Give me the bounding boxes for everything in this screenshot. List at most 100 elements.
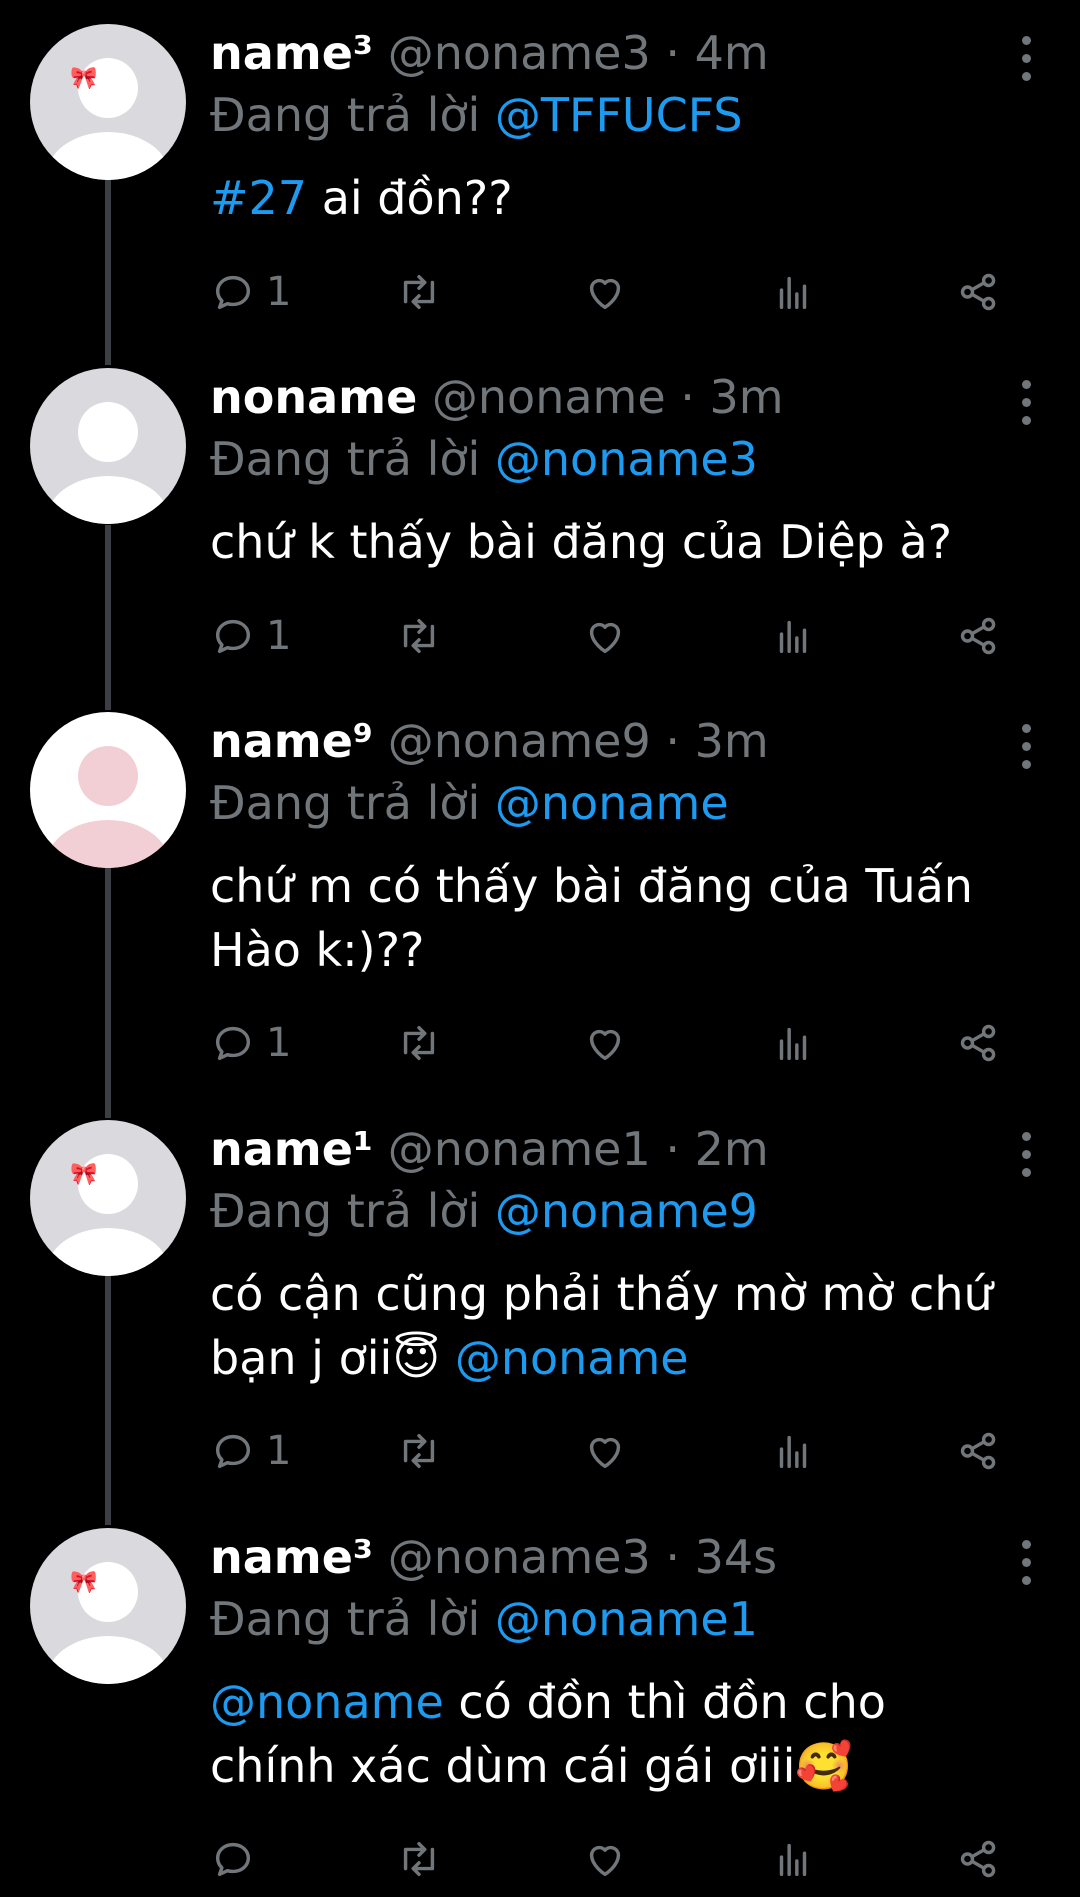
hashtag-link[interactable]: #27 (210, 171, 307, 225)
tweet-text-line: @noname có đồn thì đồn cho (210, 1670, 1050, 1734)
reply-icon (215, 619, 251, 654)
tweet-actions (210, 1834, 1050, 1884)
like-button[interactable] (582, 1018, 628, 1068)
tweet-actions: 1 (210, 1018, 1050, 1068)
share-icon (960, 617, 996, 655)
reply-icon (215, 275, 251, 310)
replying-to: Đang trả lời @noname1 (210, 1592, 758, 1646)
retweet-icon (403, 1433, 435, 1469)
tweet-text-line: có cận cũng phải thấy mờ mờ chứ (210, 1267, 993, 1321)
share-button[interactable] (956, 267, 1002, 317)
tweet-header: name³ @noname3 · 34s (210, 1530, 1020, 1584)
replying-to-label: Đang trả lời (210, 88, 481, 142)
views-button[interactable] (770, 1426, 816, 1476)
views-button[interactable] (770, 1834, 816, 1884)
tweet-text-line-body: có đồn thì đồn cho (443, 1675, 886, 1729)
more-icon[interactable] (1020, 1540, 1032, 1586)
replying-to-label: Đang trả lời (210, 776, 481, 830)
retweet-button[interactable] (396, 267, 442, 317)
handle-time: @noname · 3m (431, 370, 784, 424)
tweet-actions: 1 (210, 611, 1050, 661)
avatar[interactable]: 🎀 (30, 1120, 186, 1276)
reply-button[interactable]: 1 (210, 611, 291, 661)
share-button[interactable] (956, 1834, 1002, 1884)
reply-button[interactable]: 1 (210, 1018, 291, 1068)
retweet-button[interactable] (396, 1426, 442, 1476)
avatar[interactable]: 🎀 (30, 24, 186, 180)
reply-button[interactable] (210, 1834, 266, 1884)
tweet-text-line: chính xác dùm cái gái ơiii🥰 (210, 1739, 853, 1793)
avatar[interactable] (30, 368, 186, 524)
reply-to-mention[interactable]: @noname (495, 776, 729, 830)
avatar[interactable] (30, 712, 186, 868)
like-icon (589, 1029, 621, 1061)
tweet[interactable]: 🎀 name³ @noname3 · 34s Đang trả lời @non… (0, 1528, 1080, 1897)
views-button[interactable] (770, 611, 816, 661)
reply-to-mention[interactable]: @TFFUCFS (495, 88, 743, 142)
more-icon[interactable] (1020, 380, 1032, 426)
like-button[interactable] (582, 267, 628, 317)
share-icon (960, 273, 996, 311)
tweet-text-body: ai đồn?? (307, 171, 513, 225)
display-name[interactable]: noname (210, 370, 417, 424)
replying-to-label: Đang trả lời (210, 1184, 481, 1238)
share-icon (960, 1432, 996, 1470)
mention-link[interactable]: @noname (210, 1675, 444, 1729)
reply-count: 1 (266, 613, 292, 659)
reply-icon (215, 1026, 251, 1061)
views-button[interactable] (770, 267, 816, 317)
like-icon (589, 1845, 621, 1877)
tweet-text: @noname có đồn thì đồn cho chính xác dùm… (210, 1670, 1050, 1798)
like-button[interactable] (582, 1426, 628, 1476)
retweet-icon (403, 274, 435, 310)
tweet-header: name³ @noname3 · 4m (210, 26, 1020, 80)
display-name[interactable]: name¹ (210, 1122, 373, 1176)
views-icon (779, 1843, 807, 1877)
reply-to-mention[interactable]: @noname9 (495, 1184, 758, 1238)
replying-to-label: Đang trả lời (210, 1592, 481, 1646)
reply-thread: 🎀 name³ @noname3 · 4m Đang trả lời @TFFU… (0, 0, 1080, 1897)
reply-count: 1 (266, 1428, 292, 1474)
reply-button[interactable]: 1 (210, 267, 291, 317)
reply-button[interactable]: 1 (210, 1426, 291, 1476)
bow-icon: 🎀 (70, 1162, 98, 1187)
bow-icon: 🎀 (70, 1570, 98, 1595)
mention-link[interactable]: @noname (440, 1331, 689, 1385)
replying-to-label: Đang trả lời (210, 432, 481, 486)
tweet[interactable]: noname @noname · 3m Đang trả lời @noname… (0, 368, 1080, 668)
tweet[interactable]: 🎀 name³ @noname3 · 4m Đang trả lời @TFFU… (0, 24, 1080, 324)
replying-to: Đang trả lời @noname3 (210, 432, 758, 486)
reply-count: 1 (266, 1020, 292, 1066)
more-icon[interactable] (1020, 724, 1032, 770)
replying-to: Đang trả lời @noname9 (210, 1184, 758, 1238)
views-button[interactable] (770, 1018, 816, 1068)
share-button[interactable] (956, 1018, 1002, 1068)
share-button[interactable] (956, 1426, 1002, 1476)
tweet-text-line: chứ m có thấy bài đăng của Tuấn (210, 859, 973, 913)
more-icon[interactable] (1020, 1132, 1032, 1178)
like-button[interactable] (582, 611, 628, 661)
more-icon[interactable] (1020, 36, 1032, 82)
avatar[interactable]: 🎀 (30, 1528, 186, 1684)
tweet-text: #27 ai đồn?? (210, 166, 1050, 230)
retweet-button[interactable] (396, 611, 442, 661)
reply-to-mention[interactable]: @noname3 (495, 432, 758, 486)
display-name[interactable]: name³ (210, 1530, 373, 1584)
display-name[interactable]: name⁹ (210, 714, 373, 768)
display-name[interactable]: name³ (210, 26, 373, 80)
views-icon (779, 1435, 807, 1469)
share-button[interactable] (956, 611, 1002, 661)
reply-count: 1 (266, 269, 292, 315)
tweet-text-line-body: bạn j ơii😇 (210, 1331, 441, 1385)
retweet-button[interactable] (396, 1018, 442, 1068)
like-button[interactable] (582, 1834, 628, 1884)
reply-to-mention[interactable]: @noname1 (495, 1592, 758, 1646)
retweet-button[interactable] (396, 1834, 442, 1884)
tweet[interactable]: name⁹ @noname9 · 3m Đang trả lời @noname… (0, 712, 1080, 1072)
tweet[interactable]: 🎀 name¹ @noname1 · 2m Đang trả lời @nona… (0, 1120, 1080, 1480)
handle-time: @noname1 · 2m (387, 1122, 769, 1176)
tweet-text: chứ m có thấy bài đăng của Tuấn Hào k:)?… (210, 854, 1050, 982)
tweet-text-line: Hào k:)?? (210, 923, 425, 977)
replying-to: Đang trả lời @TFFUCFS (210, 88, 743, 142)
like-icon (589, 622, 621, 654)
